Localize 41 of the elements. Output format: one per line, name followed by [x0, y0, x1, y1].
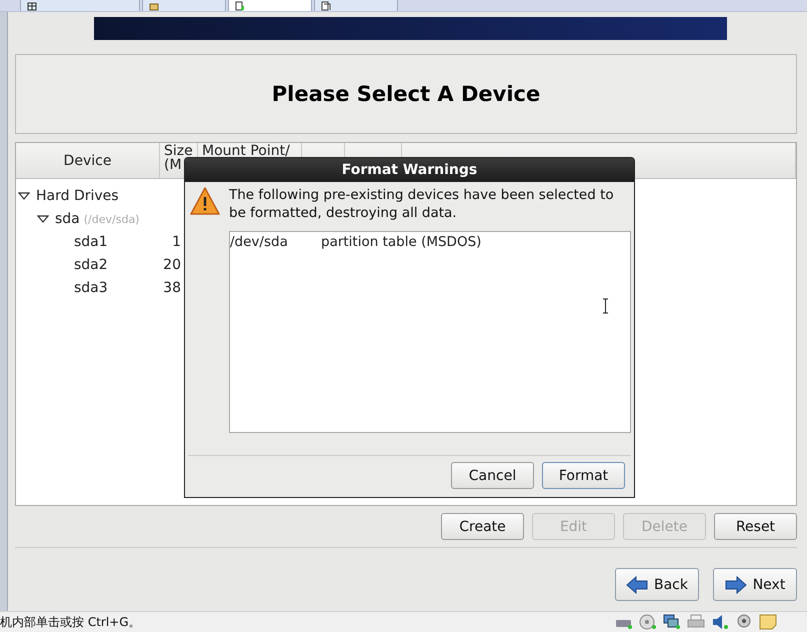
- tab[interactable]: [142, 0, 226, 11]
- action-button[interactable]: Reset: [714, 513, 797, 540]
- tab-icon: [235, 1, 245, 11]
- size-cell-text: 38: [162, 280, 181, 296]
- device-name[interactable]: sda (/dev/sda): [55, 210, 140, 226]
- device-name[interactable]: sda1: [74, 234, 108, 250]
- dialog-button[interactable]: Format: [542, 462, 625, 489]
- tab[interactable]: [314, 0, 398, 11]
- text-cursor-icon: [602, 298, 609, 314]
- device-name[interactable]: sda3: [74, 280, 108, 296]
- tab-icon: [149, 1, 159, 11]
- device-path: (/dev/sda): [84, 212, 140, 226]
- page-title: Please Select A Device: [272, 82, 540, 106]
- dialog-title: Format Warnings: [185, 158, 634, 182]
- network-icon[interactable]: [663, 614, 681, 630]
- arrow-left-icon: [626, 576, 648, 594]
- device-description: partition table (MSDOS): [321, 234, 482, 250]
- tab-icon: [27, 1, 37, 11]
- size-cell-text: 1: [171, 234, 181, 250]
- expander-icon[interactable]: [37, 214, 49, 224]
- device-name[interactable]: sda2: [74, 256, 108, 272]
- status-text: 机内部单击或按 Ctrl+G。: [0, 614, 142, 630]
- note-icon[interactable]: [759, 614, 777, 630]
- column-header[interactable]: Device: [16, 143, 160, 178]
- device-path: /dev/sda: [230, 234, 289, 250]
- tab[interactable]: [228, 0, 312, 11]
- tab[interactable]: [20, 0, 140, 11]
- warning-message: The following pre-existing devices have been selected to be formatted, destroying all data.: [229, 186, 615, 222]
- dialog-button[interactable]: Cancel: [451, 462, 534, 489]
- action-button[interactable]: Create: [441, 513, 524, 540]
- expander-icon[interactable]: [18, 190, 30, 200]
- disc-icon[interactable]: [639, 614, 657, 630]
- warning-icon: [189, 186, 221, 216]
- arrow-right-icon: [724, 576, 747, 594]
- speaker-icon[interactable]: [711, 614, 729, 630]
- nav-button[interactable]: Next: [713, 568, 797, 601]
- tab-icon: [321, 1, 331, 11]
- webcam-icon[interactable]: [735, 614, 753, 630]
- nav-button[interactable]: Back: [615, 568, 699, 601]
- device-name[interactable]: Hard Drives: [36, 188, 119, 204]
- size-cell-text: 20: [162, 256, 181, 272]
